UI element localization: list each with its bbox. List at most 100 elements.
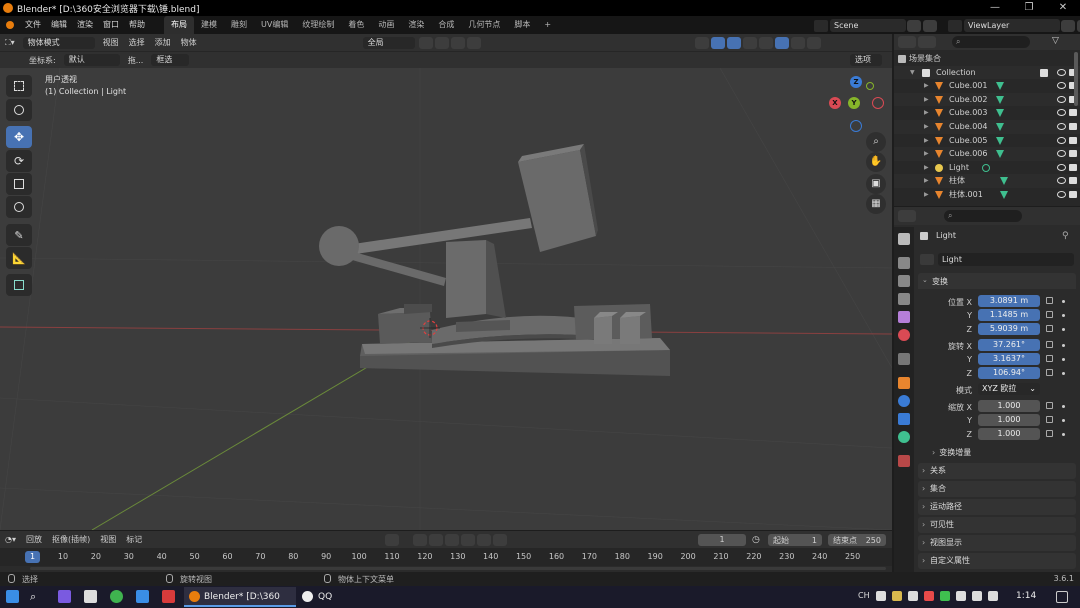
tab-texture-paint[interactable]: 纹理绘制 [295, 16, 341, 34]
lock-icon[interactable] [1046, 297, 1053, 304]
overlay-toggle-icon[interactable] [726, 36, 741, 49]
notepad-icon[interactable] [84, 590, 97, 603]
expand-triangle-icon[interactable]: ▶ [924, 177, 929, 184]
collection-tab-icon[interactable] [898, 353, 910, 365]
expand-triangle-icon[interactable]: ▶ [924, 137, 929, 144]
keyframe-dot-icon[interactable] [1062, 328, 1065, 331]
move-tool[interactable]: ✥ [6, 126, 32, 148]
play-icon[interactable] [461, 534, 475, 546]
transform-tool[interactable] [6, 196, 32, 218]
wireframe-shading-icon[interactable] [758, 36, 773, 49]
measure-tool[interactable]: 📐 [6, 247, 32, 269]
current-frame-field[interactable]: 1 [698, 534, 746, 546]
menu-edit[interactable]: 编辑 [46, 16, 72, 34]
tab-shading[interactable]: 着色 [341, 16, 371, 34]
proportional-edit-icon[interactable] [450, 36, 465, 49]
lock-icon[interactable] [1046, 369, 1053, 376]
camera-icon[interactable] [1069, 150, 1077, 158]
expand-triangle-icon[interactable]: ▶ [924, 123, 929, 130]
menu-view[interactable]: 视图 [98, 34, 124, 51]
select-mode-dropdown[interactable]: 框选 [151, 54, 190, 66]
add-workspace-button[interactable]: + [537, 16, 558, 34]
tray-icon-4[interactable] [924, 591, 934, 601]
add-cube-tool[interactable] [6, 274, 32, 296]
gizmo-y[interactable]: Y [848, 97, 860, 109]
camera-view-icon[interactable]: ▣ [866, 174, 886, 194]
outliner-collection-row[interactable]: ▼ Collection [894, 65, 1080, 80]
keyframe-dot-icon[interactable] [1062, 314, 1065, 317]
eye-icon[interactable] [1057, 68, 1066, 76]
rotation-y-field[interactable]: 3.1637° [978, 353, 1040, 365]
outliner-scrollbar[interactable] [1074, 52, 1078, 106]
mesh-data-icon[interactable] [996, 136, 1004, 145]
menu-select[interactable]: 选择 [124, 34, 150, 51]
outliner-item[interactable]: ▶ Cube.006 [894, 147, 1080, 161]
outliner-item[interactable]: ▶ Light [894, 161, 1080, 175]
physics-tab-icon[interactable] [898, 413, 910, 425]
transform-orientation-dropdown[interactable]: 全局 [362, 36, 415, 49]
scene-icon[interactable] [814, 19, 828, 32]
menu-render[interactable]: 渲染 [72, 16, 98, 34]
outliner-item[interactable]: ▶ Cube.003 [894, 106, 1080, 120]
tab-compositing[interactable]: 合成 [431, 16, 461, 34]
scale-tool[interactable] [6, 173, 32, 195]
motion-paths-panel[interactable]: 运动路径 [918, 499, 1076, 515]
outliner-item[interactable]: ▶ Cube.002 [894, 92, 1080, 107]
wps-icon[interactable] [162, 590, 175, 603]
pan-hand-icon[interactable]: ✋ [866, 152, 886, 172]
outliner-item[interactable]: ▶ Cube.005 [894, 134, 1080, 148]
keyframe-dot-icon[interactable] [1062, 300, 1065, 303]
timeline-scrollbar[interactable] [30, 567, 886, 570]
view-layer-icon[interactable] [948, 19, 962, 32]
tray-icon-3[interactable] [908, 591, 918, 601]
menu-object[interactable]: 物体 [176, 34, 202, 51]
outliner-search-input[interactable]: ⌕ [952, 36, 1030, 48]
lock-icon[interactable] [1046, 325, 1053, 332]
mesh-data-icon[interactable] [996, 150, 1004, 159]
xray-icon[interactable] [742, 36, 757, 49]
close-button[interactable]: ✕ [1046, 0, 1080, 16]
coord-dropdown[interactable]: 默认 [63, 54, 120, 66]
camera-icon[interactable] [1069, 191, 1077, 198]
rotation-x-field[interactable]: 37.261° [978, 339, 1040, 351]
editor-type-icon[interactable]: ⛶▾ [0, 34, 20, 51]
eye-icon[interactable] [1057, 191, 1066, 198]
mesh-data-icon[interactable] [1000, 191, 1008, 199]
keyframe-dot-icon[interactable] [1062, 433, 1065, 436]
mesh-data-icon[interactable] [996, 95, 1004, 104]
camera-icon[interactable] [1069, 109, 1077, 117]
mesh-data-icon[interactable] [1000, 177, 1008, 186]
keyframe-dot-icon[interactable] [1062, 358, 1065, 361]
annotate-tool[interactable]: ✎ [6, 224, 32, 246]
search-icon[interactable]: ⌕ [30, 590, 43, 603]
relations-panel[interactable]: 关系 [918, 463, 1076, 479]
tab-scripting[interactable]: 脚本 [507, 16, 537, 34]
properties-search-input[interactable]: ⌕ [944, 210, 1022, 222]
menu-timeline-view[interactable]: 视图 [95, 531, 121, 548]
rotate-tool[interactable]: ⟳ [6, 150, 32, 172]
tab-modeling[interactable]: 建模 [194, 16, 224, 34]
jump-end-icon[interactable] [493, 534, 507, 546]
light-data-icon[interactable] [920, 254, 934, 265]
battery-icon[interactable] [988, 591, 998, 601]
tool-tab-icon[interactable] [898, 233, 910, 245]
expand-triangle-icon[interactable]: ▶ [924, 191, 929, 198]
expand-triangle-icon[interactable]: ▶ [924, 150, 929, 157]
expand-triangle-icon[interactable]: ▶ [924, 164, 929, 171]
pin-icon[interactable]: ⚲ [1062, 231, 1069, 241]
location-x-field[interactable]: 3.0891 m [978, 295, 1040, 307]
menu-playback[interactable]: 回放 [21, 531, 47, 548]
menu-keying[interactable]: 抠像(插帧) [47, 531, 95, 548]
light-data-tab-icon[interactable] [898, 431, 910, 443]
collections-panel[interactable]: 集合 [918, 481, 1076, 497]
rotation-mode-dropdown[interactable]: XYZ 欧拉 ⌄ [978, 383, 1040, 395]
timeline-ruler[interactable]: 1 10 20 30 40 50 60 70 80 90 100 110 120 130 140 150 16… [0, 548, 892, 566]
scale-y-field[interactable]: 1.000 [978, 414, 1040, 426]
playhead[interactable]: 1 [25, 551, 40, 563]
expand-triangle-icon[interactable]: ▶ [924, 82, 929, 89]
cursor-tool[interactable] [6, 99, 32, 121]
maximize-button[interactable]: ❐ [1012, 0, 1046, 16]
visibility-icon[interactable] [694, 36, 709, 49]
lock-icon[interactable] [1046, 416, 1053, 423]
task-app-icon[interactable] [136, 590, 149, 603]
